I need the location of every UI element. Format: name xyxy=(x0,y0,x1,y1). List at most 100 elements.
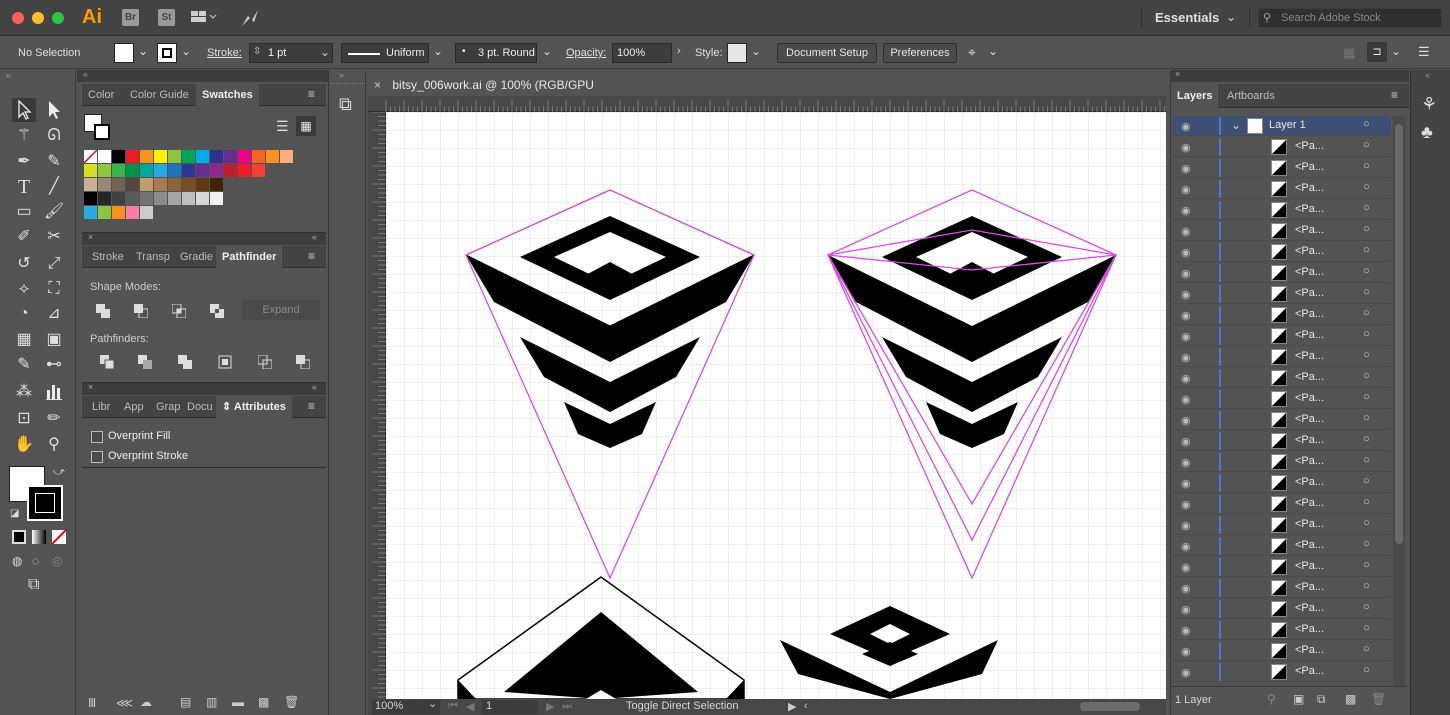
preferences-button[interactable]: Preferences xyxy=(883,43,957,63)
target-circle-icon[interactable]: ○ xyxy=(1363,349,1370,361)
target-circle-icon[interactable]: ○ xyxy=(1363,328,1370,340)
chevron-down-icon[interactable]: ⌄ xyxy=(542,44,552,58)
horizontal-ruler[interactable] xyxy=(368,96,1166,112)
previous-artboard-icon[interactable]: ◀ xyxy=(466,700,474,713)
list-view-icon[interactable]: ☰ xyxy=(276,118,289,135)
layer-row[interactable]: ◉ ⌄ Layer 1 ○ xyxy=(1173,116,1391,136)
visibility-eye-icon[interactable]: ◉ xyxy=(1181,498,1191,511)
color-swatch[interactable] xyxy=(224,164,237,177)
visibility-eye-icon[interactable]: ◉ xyxy=(1181,477,1191,490)
stepper-icon[interactable]: ⇳ xyxy=(253,46,261,57)
target-circle-icon[interactable]: ○ xyxy=(1363,181,1370,193)
target-circle-icon[interactable]: ○ xyxy=(1363,139,1370,151)
sublayer-row[interactable]: ◉ <Pa... ○ xyxy=(1173,200,1391,220)
sublayer-row[interactable]: ◉ <Pa... ○ xyxy=(1173,431,1391,451)
overprint-fill-checkbox[interactable] xyxy=(91,431,103,443)
color-swatch[interactable] xyxy=(98,178,111,191)
color-swatch[interactable] xyxy=(168,192,181,205)
collapse-icon[interactable]: « xyxy=(83,69,88,79)
color-swatch[interactable] xyxy=(84,164,97,177)
target-circle-icon[interactable]: ○ xyxy=(1363,412,1370,424)
eyedropper-icon[interactable]: ✎ xyxy=(12,353,36,377)
color-swatch[interactable] xyxy=(126,150,139,163)
color-swatch[interactable] xyxy=(238,150,251,163)
visibility-eye-icon[interactable]: ◉ xyxy=(1181,414,1191,427)
chevron-down-icon[interactable]: ⌄ xyxy=(1226,10,1236,24)
opacity-label[interactable]: Opacity: xyxy=(566,43,606,63)
default-colors-icon[interactable]: ◪ xyxy=(10,508,19,519)
visibility-eye-icon[interactable]: ◉ xyxy=(1181,204,1191,217)
visibility-eye-icon[interactable]: ◉ xyxy=(1181,519,1191,532)
visibility-eye-icon[interactable]: ◉ xyxy=(1181,456,1191,469)
target-circle-icon[interactable]: ○ xyxy=(1363,538,1370,550)
stroke-swatch-small[interactable] xyxy=(94,124,110,140)
sublayer-row[interactable]: ◉ <Pa... ○ xyxy=(1173,515,1391,535)
tab-color[interactable]: Color xyxy=(82,84,120,106)
swap-colors-icon[interactable]: ⤻ xyxy=(53,466,65,479)
chevron-down-icon[interactable]: ⌄ xyxy=(320,45,330,59)
swatch-options-icon[interactable]: ▤ xyxy=(180,695,191,709)
tab-layers[interactable]: Layers xyxy=(1171,84,1219,108)
tab-gradient[interactable]: Gradie xyxy=(174,246,219,268)
visibility-eye-icon[interactable]: ◉ xyxy=(1181,666,1191,679)
chevron-down-icon[interactable]: ⌄ xyxy=(138,44,148,58)
target-circle-icon[interactable]: ○ xyxy=(1363,286,1370,298)
first-artboard-icon[interactable]: ⏮ xyxy=(448,700,458,713)
stock-button[interactable]: St xyxy=(158,9,175,26)
collapse-icon[interactable]: « xyxy=(6,70,11,80)
artboard-tool-icon[interactable]: ⊡ xyxy=(12,407,36,431)
tab-libraries[interactable]: Libr xyxy=(86,396,116,418)
opacity-field[interactable]: 100% xyxy=(612,43,672,63)
target-circle-icon[interactable]: ○ xyxy=(1363,370,1370,382)
target-circle-icon[interactable]: ○ xyxy=(1363,244,1370,256)
stroke-swatch[interactable] xyxy=(157,43,177,63)
visibility-eye-icon[interactable]: ◉ xyxy=(1181,603,1191,616)
divide-icon[interactable] xyxy=(100,355,115,370)
trash-icon[interactable]: 🗑 xyxy=(1371,692,1386,706)
new-color-group-icon[interactable]: ▥ xyxy=(206,695,217,709)
last-artboard-icon[interactable]: ⏭ xyxy=(562,700,572,713)
unite-icon[interactable] xyxy=(96,304,110,318)
tab-stroke[interactable]: Stroke xyxy=(86,246,130,268)
visibility-eye-icon[interactable]: ◉ xyxy=(1181,120,1191,133)
shape-builder-icon[interactable]: ◔ xyxy=(12,302,36,326)
magic-wand-icon[interactable]: ⚚ xyxy=(12,124,36,148)
exclude-icon[interactable] xyxy=(210,304,224,318)
sublayer-row[interactable]: ◉ <Pa... ○ xyxy=(1173,137,1391,157)
sublayer-row[interactable]: ◉ <Pa... ○ xyxy=(1173,641,1391,661)
visibility-eye-icon[interactable]: ◉ xyxy=(1181,393,1191,406)
color-swatch[interactable] xyxy=(210,178,223,191)
color-swatch[interactable] xyxy=(182,192,195,205)
target-circle-icon[interactable]: ○ xyxy=(1363,265,1370,277)
sublayer-row[interactable]: ◉ <Pa... ○ xyxy=(1173,578,1391,598)
minimize-window-button[interactable] xyxy=(32,12,44,24)
visibility-eye-icon[interactable]: ◉ xyxy=(1181,309,1191,322)
stroke-color-swatch[interactable] xyxy=(27,485,63,521)
target-circle-icon[interactable]: ○ xyxy=(1363,580,1370,592)
intersect-icon[interactable] xyxy=(171,303,187,319)
color-swatch[interactable] xyxy=(182,164,195,177)
brush-definition[interactable]: • 3 pt. Round xyxy=(455,43,537,63)
sublayer-row[interactable]: ◉ <Pa... ○ xyxy=(1173,557,1391,577)
outline-icon[interactable] xyxy=(257,354,273,370)
color-swatch[interactable] xyxy=(98,192,111,205)
variable-width-profile[interactable]: Uniform xyxy=(341,43,429,63)
color-swatch[interactable] xyxy=(182,150,195,163)
width-tool-icon[interactable]: ⟡ xyxy=(12,277,36,301)
panel-menu-icon[interactable]: ☰ xyxy=(1418,44,1430,60)
visibility-eye-icon[interactable]: ◉ xyxy=(1181,330,1191,343)
color-swatch[interactable] xyxy=(154,192,167,205)
scroll-left-icon[interactable]: ‹ xyxy=(804,700,808,712)
workspace-switcher[interactable]: Essentials xyxy=(1155,10,1219,25)
bridge-button[interactable]: Br xyxy=(122,9,139,26)
color-swatch[interactable] xyxy=(154,150,167,163)
visibility-eye-icon[interactable]: ◉ xyxy=(1181,288,1191,301)
target-circle-icon[interactable]: ○ xyxy=(1363,202,1370,214)
sublayer-row[interactable]: ◉ <Pa... ○ xyxy=(1173,305,1391,325)
collapse-icon[interactable]: « xyxy=(1425,70,1430,80)
color-swatch[interactable] xyxy=(112,178,125,191)
tab-transparency[interactable]: Transp xyxy=(130,246,176,268)
draw-behind-icon[interactable]: ◌ xyxy=(32,554,39,568)
symbol-sprayer-icon[interactable]: ⁂ xyxy=(12,380,36,404)
visibility-eye-icon[interactable]: ◉ xyxy=(1181,645,1191,658)
